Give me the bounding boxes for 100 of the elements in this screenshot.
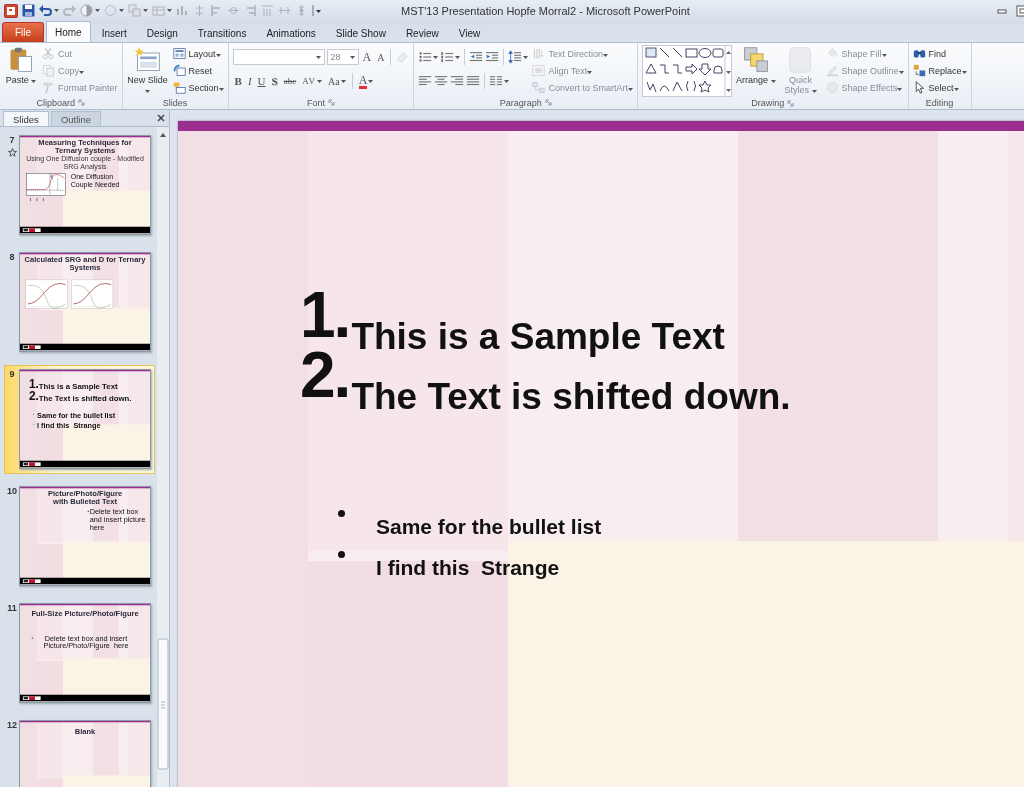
slide-number: 7: [9, 135, 15, 145]
copy-icon: [42, 64, 55, 77]
pane-tab[interactable]: Slides: [3, 111, 49, 126]
paint-bucket-icon: [825, 47, 839, 60]
shapes-gallery[interactable]: [642, 45, 732, 97]
dialog-launcher-icon[interactable]: [78, 99, 86, 106]
list-text: This is a Sample Text: [351, 316, 725, 358]
bold-button[interactable]: B: [232, 72, 244, 90]
dropdown-arrow-icon[interactable]: [349, 55, 355, 59]
dialog-launcher-icon[interactable]: [787, 99, 795, 107]
align-right-icon[interactable]: [450, 74, 465, 88]
ribbon-tab[interactable]: Animations: [257, 23, 325, 42]
new-slide-button[interactable]: New Slide: [126, 45, 169, 95]
scrollbar[interactable]: [157, 127, 169, 787]
app-logo-icon[interactable]: [4, 3, 18, 18]
ribbon-tab[interactable]: Review: [396, 23, 448, 42]
file-tab[interactable]: File: [2, 22, 44, 42]
layout-button[interactable]: Layout: [172, 45, 224, 62]
find-button[interactable]: Find: [912, 45, 967, 62]
ribbon-tab[interactable]: Insert: [92, 23, 136, 42]
dropdown-arrow-icon[interactable]: [455, 55, 461, 59]
dropdown-arrow-icon[interactable]: [368, 79, 374, 83]
dropdown-arrow-icon[interactable]: [54, 9, 59, 12]
ribbon-tab[interactable]: Slide Show: [326, 23, 395, 42]
logo-icon: [22, 345, 41, 350]
undo-icon[interactable]: [39, 4, 52, 17]
group-label: Slides: [162, 97, 188, 108]
customize-toolbar-icon[interactable]: [312, 4, 321, 17]
paste-button[interactable]: Paste: [4, 45, 38, 95]
ribbon-tab[interactable]: Design: [137, 23, 187, 42]
slide-number: 8: [9, 252, 15, 262]
dropdown-arrow-icon[interactable]: [504, 79, 510, 83]
reset-button[interactable]: Reset: [172, 62, 224, 79]
numbered-list-icon[interactable]: [440, 50, 455, 64]
save-icon[interactable]: [22, 4, 35, 17]
bullet-text: Same for the bullet list: [376, 514, 602, 539]
close-icon[interactable]: [157, 114, 165, 122]
dropdown-arrow-icon[interactable]: [433, 55, 439, 59]
italic-button[interactable]: I: [245, 72, 254, 90]
dropdown-arrow-icon[interactable]: [770, 80, 776, 83]
font-name-field[interactable]: [232, 49, 325, 65]
ribbon-tab[interactable]: Transitions: [188, 23, 256, 42]
text-direction-icon: [532, 47, 546, 60]
slide-number: 10: [7, 486, 17, 496]
arrange-button[interactable]: Arrange: [736, 45, 776, 95]
align-text-icon: [532, 64, 546, 77]
font-size-field[interactable]: 28: [326, 49, 359, 65]
dropdown-arrow-icon[interactable]: [31, 80, 37, 83]
logo-icon: [22, 696, 41, 701]
dropdown-arrow-icon[interactable]: [340, 79, 346, 83]
dropdown-arrow-icon[interactable]: [523, 55, 529, 59]
dialog-launcher-icon[interactable]: [544, 99, 552, 106]
dropdown-arrow-icon[interactable]: [167, 9, 172, 12]
ribbon-tab[interactable]: Home: [46, 21, 91, 42]
indent-icon[interactable]: [485, 50, 500, 64]
binoculars-icon: [912, 47, 926, 60]
dropdown-arrow-icon[interactable]: [315, 55, 321, 59]
dropdown-arrow-icon[interactable]: [145, 90, 151, 93]
select-button[interactable]: Select: [912, 79, 967, 96]
replace-button[interactable]: Replace: [912, 62, 967, 79]
slide-number: 11: [7, 603, 17, 613]
ribbon-tab[interactable]: View: [449, 23, 490, 42]
dropdown-arrow-icon[interactable]: [95, 9, 100, 12]
text-shadow-button[interactable]: S: [269, 72, 280, 90]
justify-icon[interactable]: [466, 74, 481, 88]
section-button[interactable]: Section: [172, 79, 224, 96]
new-slide-icon: [133, 46, 162, 74]
columns-icon[interactable]: [489, 74, 504, 88]
smartart-icon: [532, 81, 546, 94]
reset-icon: [172, 64, 186, 77]
list-number: 1.: [300, 285, 350, 346]
strikethrough-button[interactable]: abc: [281, 72, 299, 90]
align-left-icon[interactable]: [418, 74, 433, 88]
slide-number: 12: [7, 720, 17, 730]
chart-drawing: [70, 279, 114, 310]
layout-icon: [172, 47, 186, 60]
bullet-icon: [338, 510, 345, 517]
dropdown-arrow-icon[interactable]: [215, 53, 221, 57]
group-label: Drawing: [751, 98, 785, 108]
dropdown-arrow-icon[interactable]: [317, 79, 322, 83]
change-case-button[interactable]: Aa: [326, 72, 348, 90]
dialog-launcher-icon[interactable]: [328, 99, 335, 106]
outdent-icon[interactable]: [469, 50, 484, 64]
bullet-icon: [338, 551, 345, 558]
pane-tab[interactable]: Outline: [50, 111, 101, 126]
dropdown-arrow-icon[interactable]: [953, 87, 959, 91]
shrink-font-button[interactable]: A: [375, 48, 387, 66]
character-spacing-button[interactable]: AV: [300, 72, 324, 90]
dropdown-arrow-icon[interactable]: [119, 9, 124, 12]
dropdown-arrow-icon[interactable]: [961, 70, 967, 74]
bullet-list-icon[interactable]: [418, 50, 433, 64]
underline-button[interactable]: U: [255, 72, 268, 90]
line-spacing-icon[interactable]: [508, 50, 523, 64]
dropdown-arrow-icon[interactable]: [218, 87, 224, 91]
font-color-button[interactable]: A: [356, 72, 376, 90]
grow-font-button[interactable]: A: [360, 48, 374, 66]
align-center-icon[interactable]: [434, 74, 449, 88]
group-label: Editing: [925, 97, 954, 108]
arrange-icon: [741, 46, 770, 74]
dropdown-arrow-icon[interactable]: [143, 9, 148, 12]
